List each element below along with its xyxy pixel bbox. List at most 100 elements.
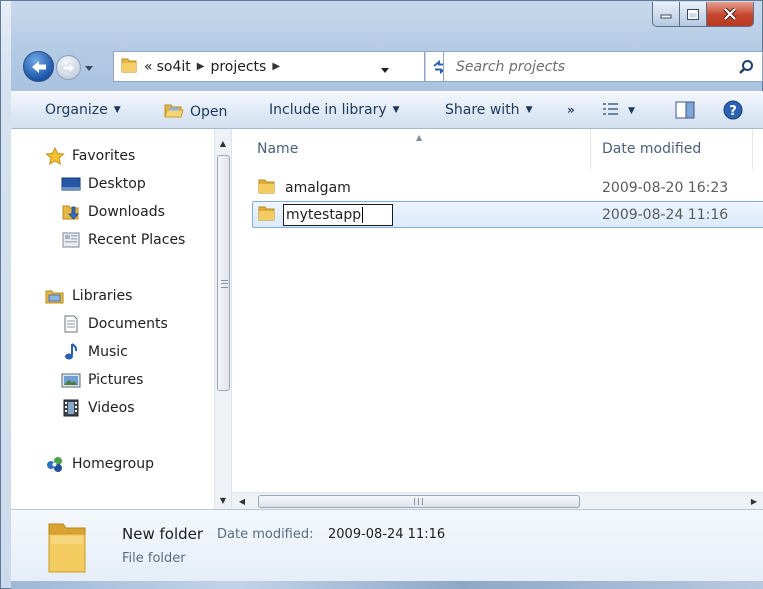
nav-libraries[interactable]: Libraries xyxy=(45,287,132,305)
maximize-icon xyxy=(687,8,699,20)
maximize-button[interactable] xyxy=(680,2,707,27)
caption-buttons xyxy=(652,2,754,27)
rename-input-text: mytestapp xyxy=(286,206,362,223)
nav-recent-places[interactable]: Recent Places xyxy=(61,231,185,249)
help-button[interactable]: ? xyxy=(723,100,743,120)
organize-button[interactable]: Organize ▼ xyxy=(45,102,121,118)
folder-icon xyxy=(257,177,277,199)
nav-documents-label: Documents xyxy=(88,316,168,332)
navigation-pane-scrollbar[interactable]: ▲ ▼ xyxy=(214,129,231,509)
breadcrumb-projects[interactable]: projects xyxy=(206,59,270,75)
search-icon[interactable] xyxy=(738,59,754,79)
star-icon xyxy=(45,147,65,165)
window-bottom-edge xyxy=(11,581,763,589)
grip-icon xyxy=(414,498,423,505)
documents-icon xyxy=(61,315,81,333)
back-button[interactable] xyxy=(23,51,54,82)
file-list-horizontal-scrollbar[interactable]: ◀ ▶ xyxy=(232,492,763,509)
folder-icon xyxy=(120,56,138,78)
open-folder-icon xyxy=(164,102,184,122)
address-bar[interactable]: « so4it ▶ projects ▶ xyxy=(113,51,425,82)
explorer-window: « so4it ▶ projects ▶ Search projects Org… xyxy=(0,0,763,589)
details-date-label: Date modified: xyxy=(217,527,314,542)
breadcrumb-arrow-icon[interactable]: ▶ xyxy=(270,61,282,72)
details-item-type: File folder xyxy=(122,551,186,566)
file-name: amalgam xyxy=(285,179,351,196)
chevron-down-icon: ▼ xyxy=(113,105,121,115)
forward-arrow-icon xyxy=(62,61,75,74)
nav-downloads-label: Downloads xyxy=(88,204,165,220)
chevron-down-icon xyxy=(381,68,389,73)
minimize-icon xyxy=(660,14,672,19)
open-label: Open xyxy=(190,104,228,120)
pictures-icon xyxy=(61,371,81,389)
large-folder-icon xyxy=(45,520,89,578)
column-divider[interactable] xyxy=(590,129,591,169)
chevron-down-icon: ▼ xyxy=(628,106,635,116)
column-header-date-modified[interactable]: Date modified xyxy=(602,141,701,157)
include-in-library-button[interactable]: Include in library ▼ xyxy=(269,102,400,118)
help-icon: ? xyxy=(723,100,743,120)
desktop-icon xyxy=(61,175,81,193)
column-header-name[interactable]: Name xyxy=(257,141,298,157)
nav-favorites[interactable]: Favorites xyxy=(45,147,135,165)
file-date-modified: 2009-08-24 11:16 xyxy=(602,206,729,223)
address-dropdown-button[interactable] xyxy=(380,63,390,78)
videos-icon xyxy=(61,399,81,417)
nav-downloads[interactable]: Downloads xyxy=(61,203,165,221)
recent-places-icon xyxy=(61,231,81,249)
scroll-down-arrow-icon[interactable]: ▼ xyxy=(215,492,231,509)
include-in-library-label: Include in library xyxy=(269,102,387,118)
preview-pane-button[interactable] xyxy=(675,101,695,119)
scroll-right-arrow-icon[interactable]: ▶ xyxy=(746,493,762,509)
scroll-up-arrow-icon[interactable]: ▲ xyxy=(215,135,231,152)
nav-documents[interactable]: Documents xyxy=(61,315,168,333)
forward-button[interactable] xyxy=(56,55,81,80)
breadcrumb-so4it[interactable]: so4it xyxy=(153,59,195,75)
change-view-button[interactable]: ▼ xyxy=(602,101,635,121)
nav-recent-places-label: Recent Places xyxy=(88,232,186,248)
file-row-mytestapp[interactable]: mytestapp 2009-08-24 11:16 F xyxy=(252,201,763,228)
breadcrumb-arrow-icon[interactable]: ▶ xyxy=(195,61,207,72)
details-item-name: New folder xyxy=(122,525,204,543)
downloads-icon xyxy=(61,203,81,221)
nav-homegroup-label: Homegroup xyxy=(72,456,155,472)
breadcrumb-overflow[interactable]: « xyxy=(144,59,153,75)
nav-desktop[interactable]: Desktop xyxy=(61,175,146,193)
file-row-amalgam[interactable]: amalgam 2009-08-20 16:23 F xyxy=(254,174,763,201)
nav-favorites-label: Favorites xyxy=(72,148,136,164)
organize-label: Organize xyxy=(45,102,108,118)
nav-desktop-label: Desktop xyxy=(88,176,146,192)
minimize-button[interactable] xyxy=(652,2,680,27)
nav-music[interactable]: Music xyxy=(61,343,128,361)
preview-pane-icon xyxy=(675,101,695,119)
chevron-down-icon: ▼ xyxy=(392,105,400,115)
nav-videos-label: Videos xyxy=(88,400,135,416)
homegroup-icon xyxy=(45,455,65,473)
sort-ascending-icon: ▲ xyxy=(416,133,423,142)
details-date-value: 2009-08-24 11:16 xyxy=(328,527,446,542)
scrollbar-thumb[interactable] xyxy=(258,495,580,508)
nav-videos[interactable]: Videos xyxy=(61,399,135,417)
details-pane: New folder Date modified: 2009-08-24 11:… xyxy=(11,509,763,581)
navigation-pane: Favorites Desktop Downloads Recent Place… xyxy=(11,129,231,509)
chevron-down-icon: ▼ xyxy=(525,105,533,115)
search-box[interactable]: Search projects xyxy=(443,51,763,82)
rename-input[interactable]: mytestapp xyxy=(283,203,393,226)
nav-libraries-label: Libraries xyxy=(72,288,133,304)
column-divider[interactable] xyxy=(752,129,753,169)
grip-icon xyxy=(221,280,228,288)
nav-pictures[interactable]: Pictures xyxy=(61,371,143,389)
share-with-button[interactable]: Share with ▼ xyxy=(445,102,532,118)
recent-pages-dropdown[interactable] xyxy=(84,61,94,71)
scroll-left-arrow-icon[interactable]: ◀ xyxy=(234,493,250,509)
nav-homegroup[interactable]: Homegroup xyxy=(45,455,154,473)
open-button[interactable]: Open xyxy=(164,102,227,122)
search-input[interactable]: Search projects xyxy=(456,59,565,75)
close-button[interactable] xyxy=(707,2,754,27)
view-list-icon xyxy=(602,101,622,121)
file-list-view: ▲ Name Date modified amalgam 2009-08-20 … xyxy=(231,129,763,509)
more-commands-button[interactable]: » xyxy=(567,103,575,117)
share-with-label: Share with xyxy=(445,102,520,118)
scrollbar-thumb[interactable] xyxy=(217,155,230,391)
